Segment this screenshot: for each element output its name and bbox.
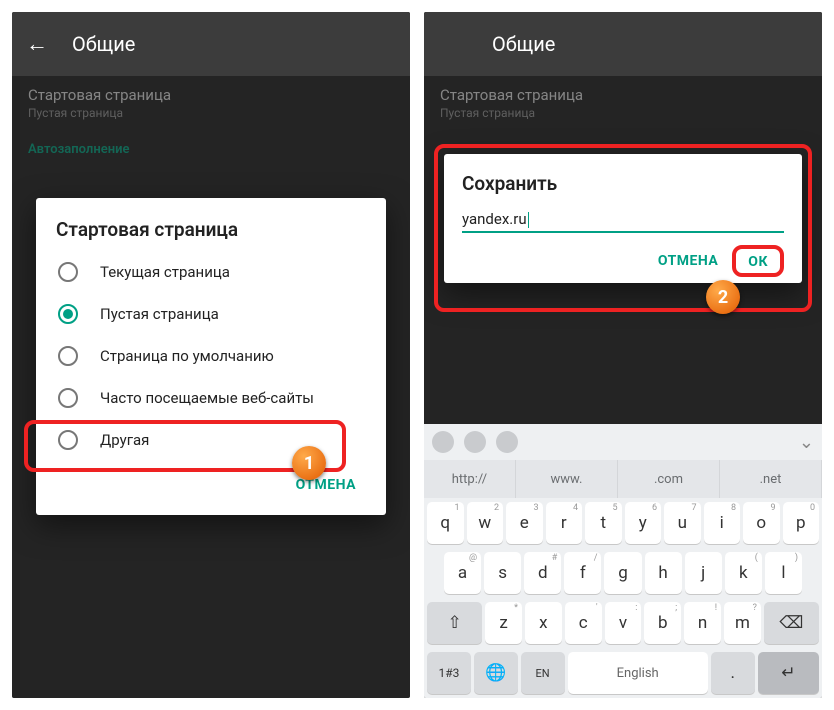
backspace-key[interactable]: ⌫ xyxy=(764,602,819,644)
kb-settings-icon[interactable] xyxy=(432,431,454,453)
keyboard-toolbar: ⌄ xyxy=(424,424,822,460)
keyboard-suggestions: http://www..com.net xyxy=(424,460,822,498)
key-i[interactable]: i8 xyxy=(704,502,741,544)
key-x[interactable]: x xyxy=(525,602,562,644)
key-a[interactable]: a@ xyxy=(444,552,481,594)
key-w[interactable]: w2 xyxy=(467,502,504,544)
dialog-title: Стартовая страница xyxy=(44,218,378,251)
key-d[interactable]: d# xyxy=(524,552,561,594)
phone-right: Общие Стартовая страница Пустая страница… xyxy=(424,12,822,698)
kb-theme-icon[interactable] xyxy=(464,431,486,453)
key-u[interactable]: u7 xyxy=(664,502,701,544)
enter-key[interactable]: ↵ xyxy=(758,652,819,694)
lang-key[interactable]: EN xyxy=(521,652,565,694)
dot-key[interactable]: . xyxy=(711,652,755,694)
kb-row-3: ⇧ z*xc'v:b;n!m? ⌫ xyxy=(424,598,822,648)
key-k[interactable]: k( xyxy=(725,552,762,594)
option-4[interactable]: Другая xyxy=(44,419,378,461)
option-label: Другая xyxy=(100,431,149,449)
key-m[interactable]: m? xyxy=(724,602,761,644)
key-q[interactable]: q1 xyxy=(427,502,464,544)
cancel-button[interactable]: ОТМЕНА xyxy=(648,245,728,277)
option-label: Текущая страница xyxy=(100,263,230,281)
option-label: Пустая страница xyxy=(100,305,219,323)
key-j[interactable]: j xyxy=(685,552,722,594)
toolbar: Общие xyxy=(424,12,822,76)
key-z[interactable]: z* xyxy=(485,602,522,644)
space-key[interactable]: English xyxy=(568,652,708,694)
option-label: Страница по умолчанию xyxy=(100,347,274,365)
toolbar-title: Общие xyxy=(72,32,135,56)
kb-clip-icon[interactable] xyxy=(496,431,518,453)
key-n[interactable]: n! xyxy=(684,602,721,644)
key-s[interactable]: s xyxy=(484,552,521,594)
phone-left: ← Общие Стартовая страница Пустая страни… xyxy=(12,12,410,698)
radio-icon xyxy=(58,346,78,366)
annotation-callout-1: 1 xyxy=(292,446,326,480)
key-p[interactable]: p0 xyxy=(783,502,820,544)
key-h[interactable]: h xyxy=(645,552,682,594)
option-2[interactable]: Страница по умолчанию xyxy=(44,335,378,377)
back-icon[interactable]: ← xyxy=(26,31,48,57)
option-label: Часто посещаемые веб-сайты xyxy=(100,389,314,407)
text-cursor xyxy=(528,212,529,228)
url-text[interactable]: yandex.ru xyxy=(462,210,527,228)
kb-row-4: 1#3 🌐 EN English . ↵ xyxy=(424,648,822,698)
toolbar-title: Общие xyxy=(492,32,555,56)
key-c[interactable]: c' xyxy=(565,602,602,644)
key-v[interactable]: v: xyxy=(605,602,642,644)
dialog-actions: ОТМЕНА ОК xyxy=(462,233,784,277)
option-3[interactable]: Часто посещаемые веб-сайты xyxy=(44,377,378,419)
suggestion[interactable]: .net xyxy=(720,460,822,498)
key-o[interactable]: o9 xyxy=(743,502,780,544)
annotation-ok-highlight: ОК xyxy=(732,245,784,277)
key-l[interactable]: l) xyxy=(765,552,802,594)
key-r[interactable]: r4 xyxy=(546,502,583,544)
radio-icon xyxy=(58,262,78,282)
option-1[interactable]: Пустая страница xyxy=(44,293,378,335)
radio-icon xyxy=(58,304,78,324)
kb-collapse-icon[interactable]: ⌄ xyxy=(799,432,814,453)
dialog-title: Сохранить xyxy=(462,172,784,195)
kb-row-1: q1w2e3r4t5y6u7i8o9p0 xyxy=(424,498,822,548)
radio-icon xyxy=(58,388,78,408)
toolbar: ← Общие xyxy=(12,12,410,76)
suggestion[interactable]: http:// xyxy=(424,460,516,498)
suggestion[interactable]: www. xyxy=(516,460,618,498)
key-f[interactable]: f/ xyxy=(564,552,601,594)
key-t[interactable]: t5 xyxy=(585,502,622,544)
suggestion[interactable]: .com xyxy=(618,460,720,498)
annotation-callout-2: 2 xyxy=(706,280,740,314)
key-y[interactable]: y6 xyxy=(625,502,662,544)
globe-key[interactable]: 🌐 xyxy=(474,652,518,694)
option-0[interactable]: Текущая страница xyxy=(44,251,378,293)
save-dialog: Сохранить yandex.ru ОТМЕНА ОК xyxy=(444,154,802,283)
numsym-key[interactable]: 1#3 xyxy=(427,652,471,694)
url-field-wrap: yandex.ru xyxy=(462,209,784,233)
keyboard: ⌄ http://www..com.net q1w2e3r4t5y6u7i8o9… xyxy=(424,424,822,698)
kb-row-2: a@sd#f/ghjk(l) xyxy=(424,548,822,598)
ok-button[interactable]: ОК xyxy=(742,250,774,274)
key-b[interactable]: b; xyxy=(644,602,681,644)
shift-key[interactable]: ⇧ xyxy=(427,602,482,644)
radio-icon xyxy=(58,430,78,450)
start-page-dialog: Стартовая страница Текущая страница Пуста… xyxy=(36,198,386,515)
key-g[interactable]: g xyxy=(604,552,641,594)
dialog-actions: ОТМЕНА xyxy=(44,461,378,505)
key-e[interactable]: e3 xyxy=(506,502,543,544)
